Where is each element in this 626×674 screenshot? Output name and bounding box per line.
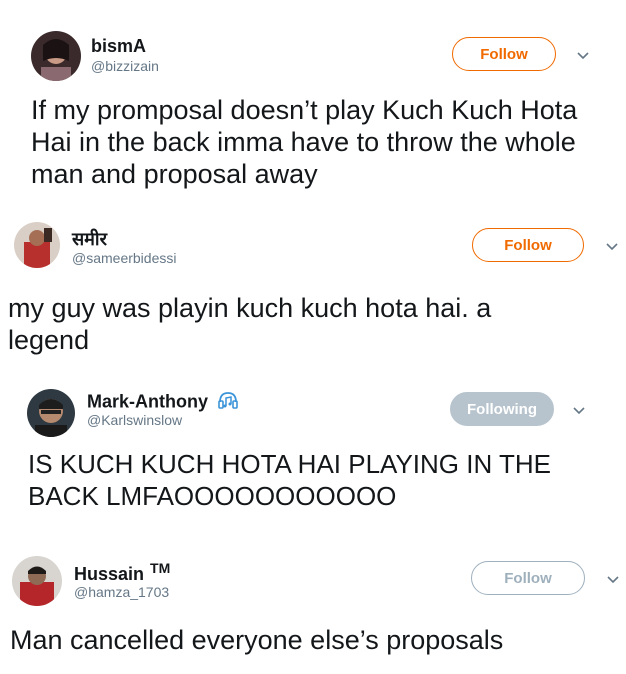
tweet-text: Man cancelled everyone else’s proposals: [10, 625, 504, 655]
follow-button[interactable]: Follow: [472, 228, 584, 262]
follow-button[interactable]: Follow: [452, 37, 556, 71]
user-name[interactable]: bismA: [91, 36, 146, 57]
user-handle[interactable]: @sameerbidessi: [72, 250, 176, 266]
user-name-text[interactable]: Mark-Anthony: [87, 391, 208, 411]
chevron-down-icon[interactable]: [576, 50, 590, 60]
tweet-text: my guy was playin kuch kuch hota hai. a …: [8, 293, 492, 355]
chevron-down-icon[interactable]: [572, 405, 586, 415]
follow-button[interactable]: Follow: [471, 561, 585, 595]
user-handle[interactable]: @bizzizain: [91, 58, 159, 74]
following-button[interactable]: Following: [450, 392, 554, 426]
avatar[interactable]: [12, 556, 62, 606]
user-name[interactable]: Hussain TM: [74, 560, 170, 585]
tweet-text: IS KUCH KUCH HOTA HAI PLAYING IN THE BAC…: [28, 449, 551, 511]
user-name[interactable]: समीर: [72, 227, 107, 251]
avatar[interactable]: [31, 31, 81, 81]
chevron-down-icon[interactable]: [606, 574, 620, 584]
tweet-text: If my promposal doesn’t play Kuch Kuch H…: [31, 95, 578, 189]
avatar[interactable]: [14, 222, 60, 268]
avatar[interactable]: [27, 389, 75, 437]
user-name-text[interactable]: Hussain: [74, 564, 144, 584]
trademark-suffix: TM: [150, 560, 171, 576]
headphones-icon: [217, 390, 239, 415]
user-handle[interactable]: @Karlswinslow: [87, 412, 182, 428]
chevron-down-icon[interactable]: [605, 241, 619, 251]
user-handle[interactable]: @hamza_1703: [74, 584, 169, 600]
